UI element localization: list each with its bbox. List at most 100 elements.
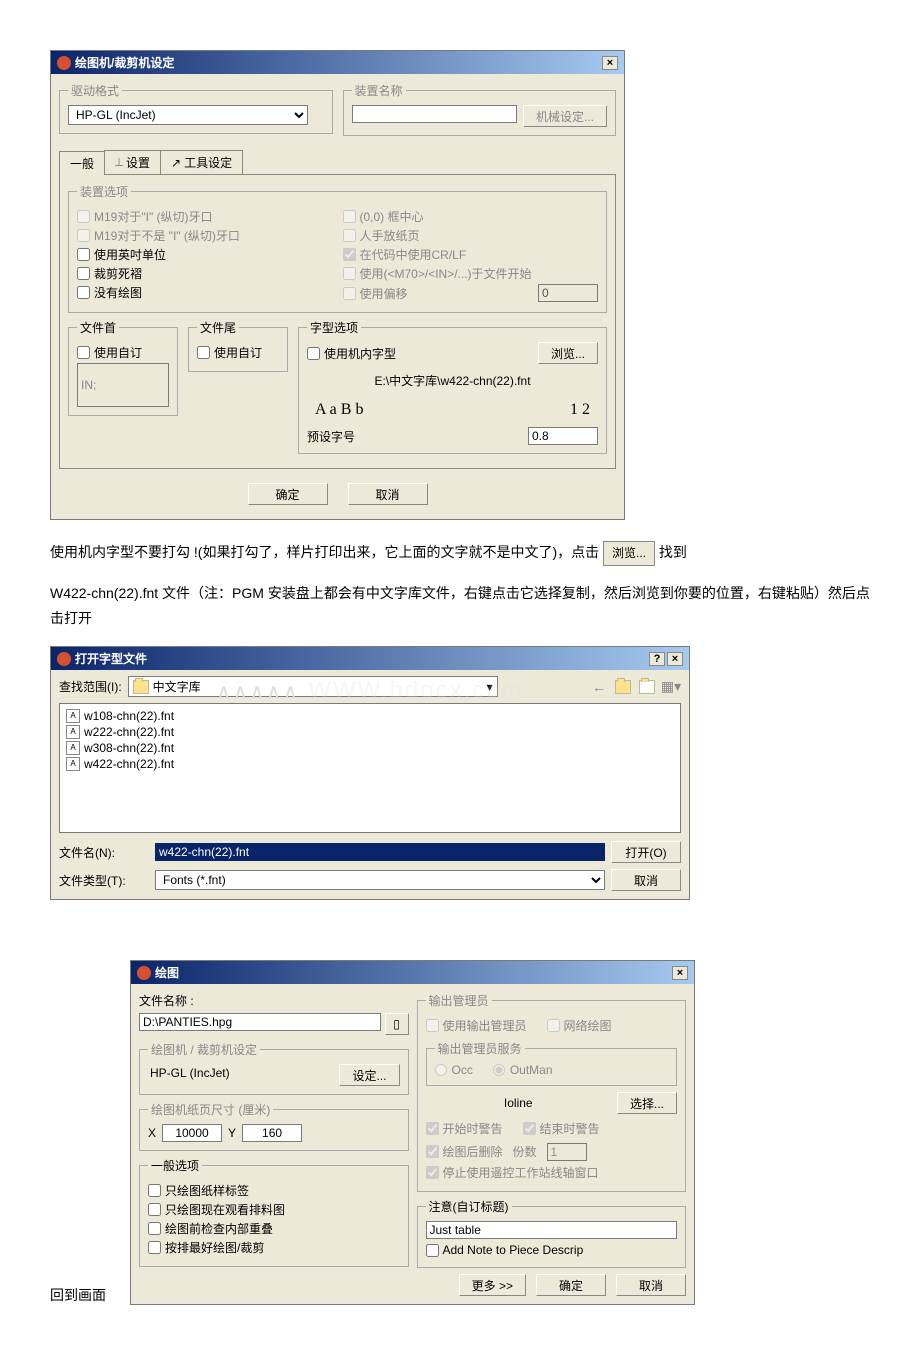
file-list[interactable]: Aw108-chn(22).fnt Aw222-chn(22).fnt Aw30… <box>59 703 681 833</box>
file-item[interactable]: Aw308-chn(22).fnt <box>64 740 676 756</box>
open-font-dialog: 打开字型文件 ? × 查找范围(I): 中文字库 ▾ ← ▦▾ ∧∧∧∧∧ WW… <box>50 646 690 900</box>
open-button[interactable]: 打开(O) <box>611 841 681 863</box>
opt-english-unit-checkbox[interactable] <box>77 248 90 261</box>
drive-format-legend: 驱动格式 <box>68 82 122 99</box>
offset-input <box>538 284 598 302</box>
more-button[interactable]: 更多 >> <box>459 1274 526 1296</box>
app-icon <box>137 966 151 980</box>
opt-00-center-checkbox <box>343 210 356 223</box>
start-warn-checkbox <box>426 1122 439 1135</box>
dropdown-icon[interactable]: ▾ <box>487 680 493 694</box>
best-plot-checkbox[interactable] <box>148 1241 161 1254</box>
ok-button[interactable]: 确定 <box>536 1274 606 1296</box>
end-warn-checkbox <box>523 1122 536 1135</box>
plotter-value: HP-GL (IncJet) <box>148 1064 335 1086</box>
filetype-select[interactable]: Fonts (*.fnt) <box>155 870 605 890</box>
paper-x-input[interactable] <box>162 1124 222 1142</box>
only-view-checkbox[interactable] <box>148 1203 161 1216</box>
close-icon[interactable]: × <box>672 966 688 980</box>
up-icon[interactable] <box>613 677 633 697</box>
ok-button[interactable]: 确定 <box>248 483 328 505</box>
only-label-checkbox[interactable] <box>148 1184 161 1197</box>
file-tail-fieldset: 文件尾 使用自订 <box>188 319 288 372</box>
stop-remote-checkbox <box>426 1166 439 1179</box>
opt-m70-checkbox <box>343 267 356 280</box>
font-file-icon: A <box>66 725 80 739</box>
instruction-text-2: W422-chn(22).fnt 文件（注：PGM 安装盘上都会有中文字库文件，… <box>50 581 870 631</box>
close-icon[interactable]: × <box>602 56 618 70</box>
file-item[interactable]: Aw108-chn(22).fnt <box>64 708 676 724</box>
default-font-input[interactable] <box>528 427 598 445</box>
note-fieldset: 注意(自订标题) Add Note to Piece Descrip <box>417 1198 687 1268</box>
cancel-button[interactable]: 取消 <box>611 869 681 891</box>
filename-input[interactable] <box>139 1013 381 1031</box>
use-output-mgr-checkbox <box>426 1019 439 1032</box>
output-mgr-fieldset: 输出管理员 使用输出管理员 网络绘图 输出管理员服务 Occ OutMan Io… <box>417 992 687 1192</box>
help-icon[interactable]: ? <box>649 652 665 666</box>
network-plot-checkbox <box>547 1019 560 1032</box>
tab-general[interactable]: 一般 <box>59 151 105 175</box>
close-icon[interactable]: × <box>667 652 683 666</box>
file-item[interactable]: Aw222-chn(22).fnt <box>64 724 676 740</box>
file-item[interactable]: Aw422-chn(22).fnt <box>64 756 676 772</box>
browse-inline-button: 浏览... <box>603 541 655 567</box>
browse-font-button[interactable]: 浏览... <box>538 342 598 364</box>
font-file-icon: A <box>66 709 80 723</box>
ioline-label: Ioline <box>426 1096 611 1110</box>
note-input[interactable] <box>426 1221 678 1239</box>
new-folder-icon[interactable] <box>637 677 657 697</box>
title-bar-3: 绘图 × <box>131 961 694 984</box>
title-bar-2: 打开字型文件 ? × <box>51 647 689 670</box>
file-tail-custom-checkbox[interactable] <box>197 346 210 359</box>
output-service-fieldset: 输出管理员服务 Occ OutMan <box>426 1040 678 1086</box>
add-note-checkbox[interactable] <box>426 1244 439 1257</box>
device-options-fieldset: 装置选项 M19对于"I" (纵切)牙口 M19对于不是 "I" (纵切)牙口 … <box>68 183 607 313</box>
back-to-screen-label: 回到画面 <box>50 1285 106 1305</box>
view-icon[interactable]: ▦▾ <box>661 677 681 697</box>
device-name-fieldset: 装置名称 机械设定... <box>343 82 617 136</box>
app-icon <box>57 56 71 70</box>
delete-after-checkbox <box>426 1145 439 1158</box>
file-head-custom-checkbox[interactable] <box>77 346 90 359</box>
browse-file-button[interactable]: ▯ <box>385 1013 409 1035</box>
use-machine-font-checkbox[interactable] <box>307 347 320 360</box>
filename-label: 文件名称 : <box>139 992 409 1009</box>
drive-format-fieldset: 驱动格式 HP-GL (IncJet) <box>59 82 333 134</box>
font-file-icon: A <box>66 741 80 755</box>
font-preview-digits: 1 2 <box>570 401 590 419</box>
dialog-title: 绘图 <box>155 964 179 981</box>
tab-bar: 一般 ⟂设置 ↗工具设定 <box>59 150 616 175</box>
opt-m19-noti-checkbox <box>77 229 90 242</box>
machine-setting-button[interactable]: 机械设定... <box>523 105 607 127</box>
back-icon[interactable]: ← <box>589 677 609 697</box>
opt-manual-paper-checkbox <box>343 229 356 242</box>
font-path-label: E:\中文字库\w422-chn(22).fnt <box>307 364 598 397</box>
filetype-label: 文件类型(T): <box>59 872 149 889</box>
dialog-title: 绘图机/裁剪机设定 <box>75 54 174 71</box>
copies-input <box>547 1143 587 1161</box>
file-head-input <box>77 363 169 407</box>
select-button[interactable]: 选择... <box>617 1092 677 1114</box>
general-options-fieldset: 一般选项 只绘图纸样标签 只绘图现在观看排料图 绘图前检查内部重叠 按排最好绘图… <box>139 1157 409 1267</box>
device-name-legend: 装置名称 <box>352 82 406 99</box>
tab-settings[interactable]: ⟂设置 <box>104 150 161 174</box>
filename-input[interactable]: w422-chn(22).fnt <box>155 843 605 861</box>
paper-size-fieldset: 绘图机纸页尺寸 (厘米) X Y <box>139 1101 409 1151</box>
opt-offset-checkbox <box>343 287 356 300</box>
font-options-fieldset: 字型选项 使用机内字型 浏览... E:\中文字库\w422-chn(22).f… <box>298 319 607 454</box>
instruction-text: 使用机内字型不要打勾 !(如果打勾了，样片打印出来，它上面的文字就不是中文了)，… <box>50 540 870 566</box>
cancel-button[interactable]: 取消 <box>348 483 428 505</box>
paper-y-input[interactable] <box>242 1124 302 1142</box>
device-name-input[interactable] <box>352 105 517 123</box>
check-overlap-checkbox[interactable] <box>148 1222 161 1235</box>
file-head-fieldset: 文件首 使用自订 <box>68 319 178 416</box>
tool-icon: ↗ <box>171 156 181 170</box>
opt-crlf-checkbox <box>343 248 356 261</box>
cancel-button[interactable]: 取消 <box>616 1274 686 1296</box>
opt-no-plot-checkbox[interactable] <box>77 286 90 299</box>
opt-cut-reserve-checkbox[interactable] <box>77 267 90 280</box>
filename-label: 文件名(N): <box>59 844 149 861</box>
tab-tools[interactable]: ↗工具设定 <box>160 150 243 174</box>
drive-format-select[interactable]: HP-GL (IncJet) <box>68 105 308 125</box>
plotter-setting-button[interactable]: 设定... <box>339 1064 399 1086</box>
